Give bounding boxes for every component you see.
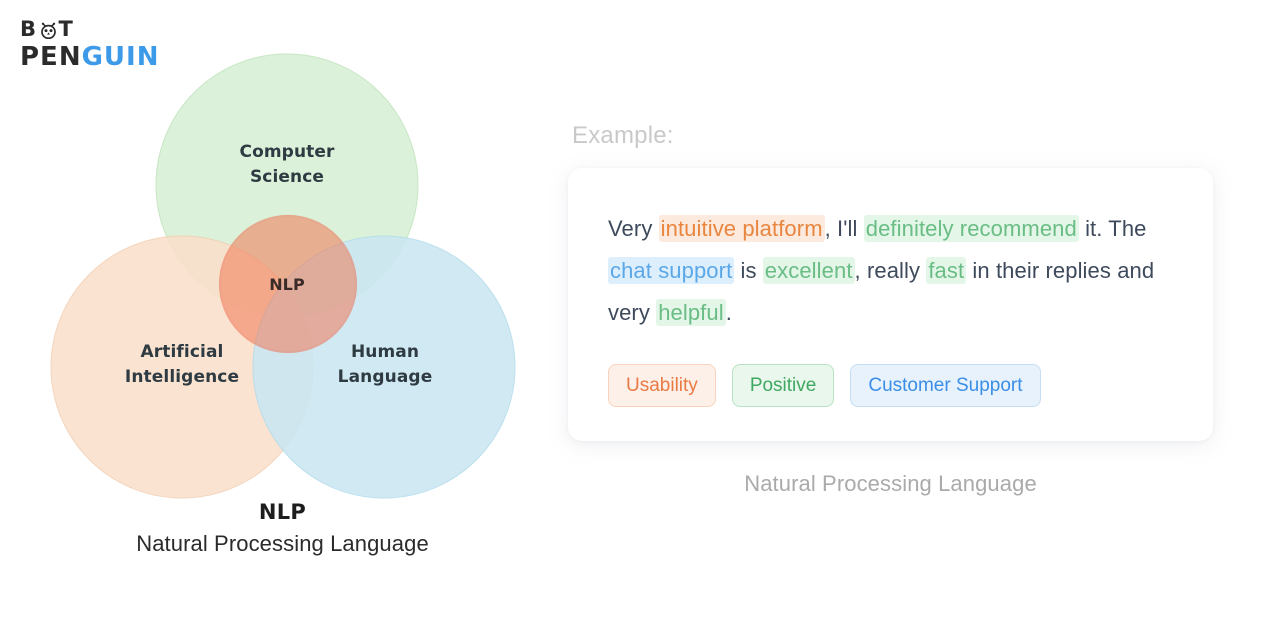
venn-caption: NLP Natural Processing Language (0, 500, 565, 557)
tag-usability[interactable]: Usability (608, 364, 716, 407)
review-highlight-green: helpful (656, 299, 726, 326)
venn-circle-nlp (218, 214, 358, 354)
review-highlight-green: definitely recommend (863, 215, 1079, 242)
venn-svg (50, 53, 516, 499)
logo-letter-b: B (20, 16, 38, 41)
review-segment-plain: Very (608, 216, 659, 241)
review-segment-plain: it. The (1078, 216, 1147, 241)
logo-line-bot: B T (20, 18, 159, 40)
tag-list: Usability Positive Customer Support (608, 364, 1173, 407)
review-highlight-green: fast (926, 257, 967, 284)
review-segment-plain: , I'll (824, 216, 864, 241)
review-highlight-green: excellent (762, 257, 855, 284)
venn-diagram: Computer Science Artificial Intelligence… (0, 40, 560, 556)
venn-caption-subtitle: Natural Processing Language (136, 531, 429, 556)
review-highlight-orange: intuitive platform (658, 215, 825, 242)
page-root: B T PEN GUIN Computer Science Artificial… (0, 0, 1280, 628)
review-segment-plain: is (734, 258, 763, 283)
review-highlight-blue: chat support (608, 257, 735, 284)
example-heading: Example: (572, 122, 674, 149)
review-text: Very intuitive platform, I'll definitely… (608, 208, 1173, 334)
example-card: Very intuitive platform, I'll definitely… (568, 168, 1213, 441)
tag-customer-support[interactable]: Customer Support (850, 364, 1041, 407)
review-segment-plain: , really (854, 258, 927, 283)
venn-caption-title: NLP (258, 500, 307, 524)
penguin-icon (39, 21, 58, 40)
logo-letter-t: T (58, 16, 75, 41)
panel-caption: Natural Processing Language (744, 471, 1037, 496)
review-segment-plain: . (725, 300, 732, 325)
example-panel: Example: Very intuitive platform, I'll d… (568, 122, 1228, 497)
tag-positive[interactable]: Positive (731, 364, 835, 407)
